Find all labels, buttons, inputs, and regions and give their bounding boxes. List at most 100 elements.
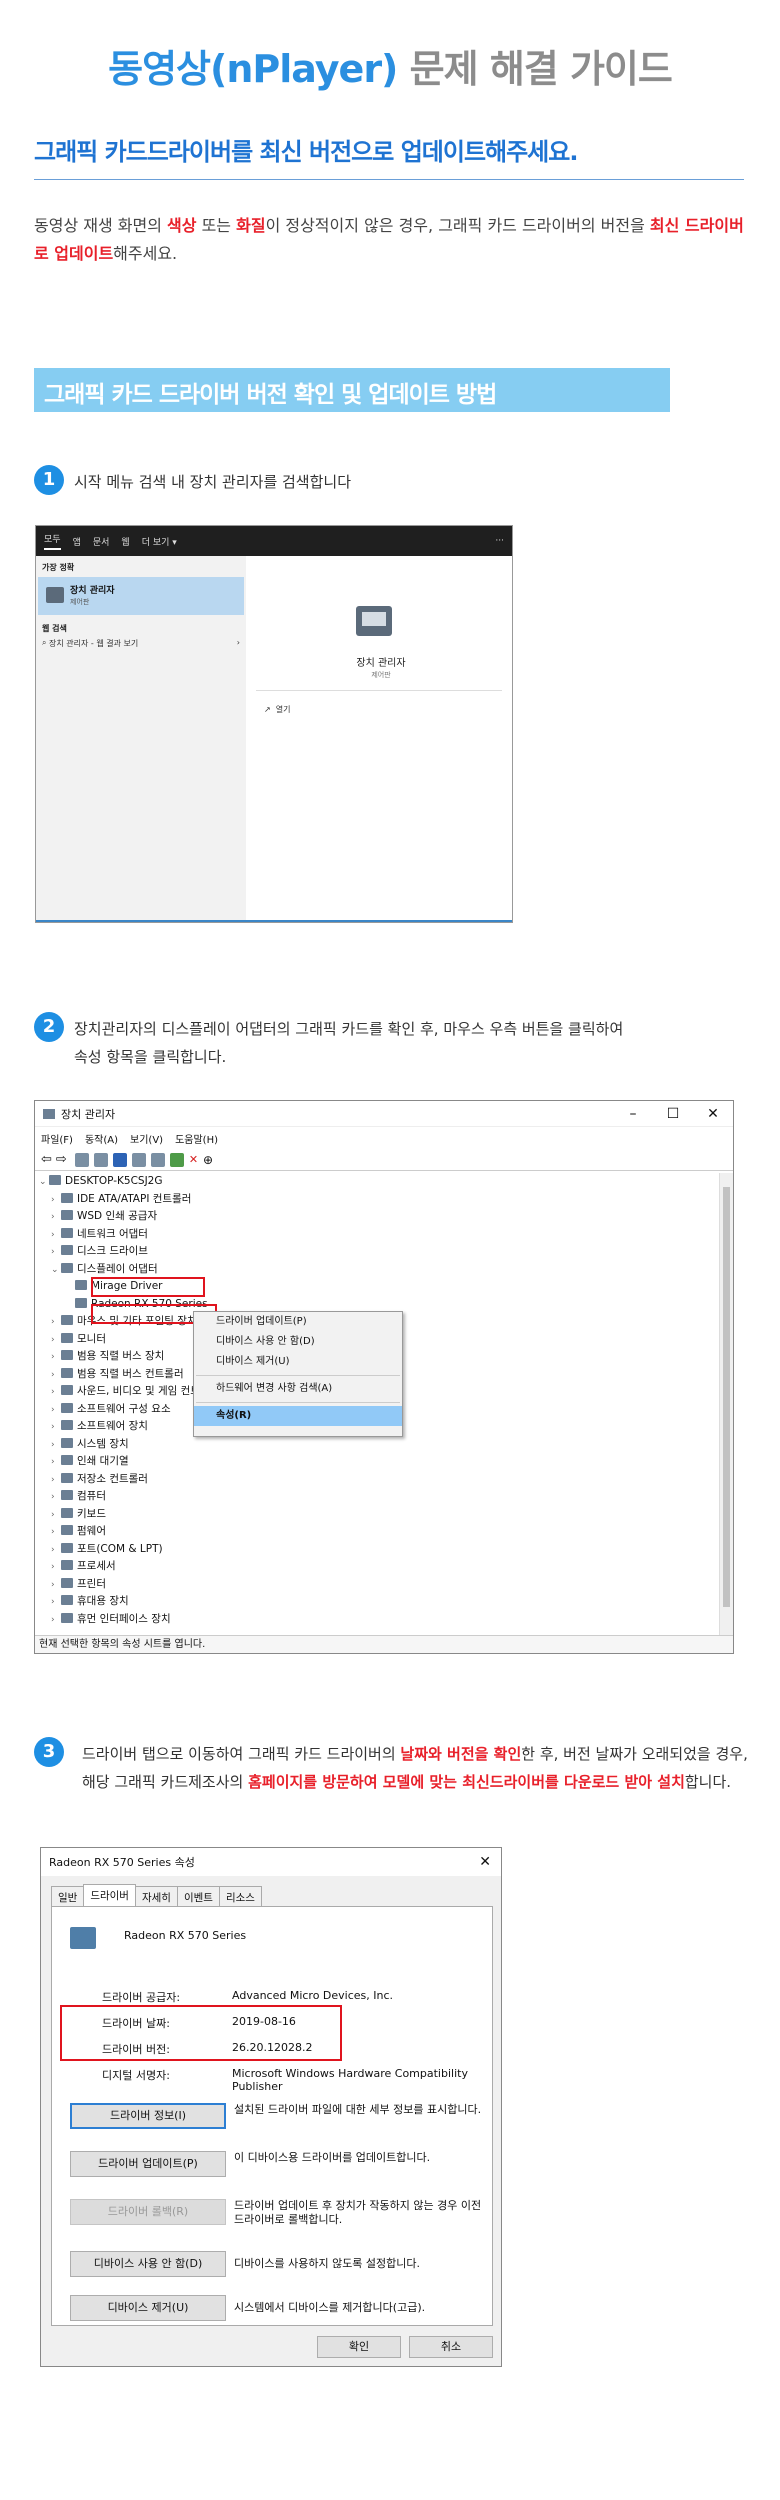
monitor-icon[interactable] (150, 1152, 165, 1167)
divider (256, 690, 502, 691)
menu-disable-device[interactable]: 디바이스 사용 안 함(D) (194, 1332, 402, 1352)
maximize-button[interactable]: ☐ (653, 1106, 693, 1122)
minimize-button[interactable]: – (613, 1106, 653, 1122)
tree-item[interactable]: › 프로세서 (35, 1558, 719, 1576)
menu-scan-hardware[interactable]: 하드웨어 변경 사항 검색(A) (194, 1379, 402, 1399)
tree-item[interactable]: › 인쇄 대기열 (35, 1453, 719, 1471)
tree-item[interactable]: › 컴퓨터 (35, 1488, 719, 1506)
tree-item[interactable]: › 시스템 장치 (35, 1436, 719, 1454)
view-icon[interactable] (74, 1152, 89, 1167)
tree-label: 휴먼 인터페이스 장치 (77, 1612, 171, 1625)
menu-file[interactable]: 파일(F) (41, 1131, 73, 1146)
monitor-icon (61, 1332, 73, 1343)
tab-docs[interactable]: 문서 (93, 535, 110, 548)
menu-bar: 파일(F) 동작(A) 보기(V) 도움말(H) (35, 1127, 733, 1149)
tree-label: DESKTOP-K5CSJ2G (65, 1175, 163, 1187)
cancel-button[interactable]: 취소 (409, 2336, 493, 2358)
context-menu: 드라이버 업데이트(P) 디바이스 사용 안 함(D) 디바이스 제거(U) 하… (193, 1311, 403, 1437)
tree-item[interactable]: › 네트워크 어댑터 (35, 1226, 719, 1244)
tree-item[interactable]: › 펌웨어 (35, 1523, 719, 1541)
driver-details-button[interactable]: 드라이버 정보(I) (70, 2103, 226, 2129)
signer-value: Microsoft Windows Hardware Compatibility… (232, 2067, 468, 2093)
help-icon[interactable] (112, 1152, 127, 1167)
tree-item[interactable]: › 휴먼 인터페이스 장치 (35, 1611, 719, 1629)
tree-label: 컴퓨터 (77, 1490, 106, 1502)
best-match-item[interactable]: 장치 관리자 제어판 (38, 577, 244, 615)
tree-item[interactable]: › 포트(COM & LPT) (35, 1541, 719, 1559)
menu-uninstall-device[interactable]: 디바이스 제거(U) (194, 1352, 402, 1372)
rollback-driver-desc: 드라이버 업데이트 후 장치가 작동하지 않는 경우 이전 드라이버로 롤백합니… (234, 2199, 482, 2226)
web-search-item[interactable]: ⌕ 장치 관리자 - 웹 결과 보기 › (36, 638, 246, 649)
usb-icon (61, 1350, 73, 1360)
tree-label: 프린터 (77, 1577, 106, 1590)
uninstall-device-desc: 시스템에서 디바이스를 제거합니다(고급). (234, 2301, 426, 2314)
uninstall-icon[interactable]: ✕ (189, 1153, 198, 1166)
method-banner: 그래픽 카드 드라이버 버전 확인 및 업데이트 방법 (34, 368, 670, 412)
back-icon[interactable]: ⇦ (41, 1152, 52, 1167)
window-title: 장치 관리자 (61, 1107, 116, 1121)
device-manager-large-icon (356, 606, 392, 636)
step-number: 1 (34, 465, 64, 495)
tree-label: 포트(COM & LPT) (77, 1542, 163, 1555)
page-title: 동영상(nPlayer) 문제 해결 가이드 (0, 38, 780, 93)
step-number: 2 (34, 1012, 64, 1042)
tab-apps[interactable]: 앱 (73, 535, 81, 548)
sound-icon (61, 1385, 73, 1395)
tree-label: IDE ATA/ATAPI 컨트롤러 (77, 1192, 192, 1205)
firmware-icon (61, 1525, 73, 1535)
menu-properties[interactable]: 속성(R) (194, 1406, 402, 1426)
tree-label: 범용 직렬 버스 컨트롤러 (77, 1367, 184, 1380)
tree-root[interactable]: ⌄ DESKTOP-K5CSJ2G (35, 1173, 719, 1191)
update-driver-icon[interactable] (169, 1152, 184, 1167)
tab-web[interactable]: 웹 (121, 535, 129, 548)
close-icon[interactable]: ✕ (479, 1854, 491, 1870)
menu-action[interactable]: 동작(A) (85, 1131, 118, 1146)
rollback-driver-button[interactable]: 드라이버 롤백(R) (70, 2199, 226, 2225)
forward-icon[interactable]: ⇨ (56, 1152, 67, 1167)
tree-item[interactable]: › 프린터 (35, 1576, 719, 1594)
step-text: 시작 메뉴 검색 내 장치 관리자를 검색합니다 (74, 473, 352, 491)
step-text: 드라이버 탭으로 이동하여 그래픽 카드 드라이버의 날짜와 버전을 확인한 후… (82, 1740, 772, 1796)
tab-more[interactable]: 더 보기 ▾ (142, 535, 177, 548)
processor-icon (61, 1560, 73, 1570)
scrollbar-thumb[interactable] (723, 1187, 730, 1607)
refresh-icon[interactable] (131, 1152, 146, 1167)
tab-driver[interactable]: 드라이버 (83, 1884, 136, 1908)
step-fragment: 드라이버 탭으로 이동하여 그래픽 카드 드라이버의 (82, 1745, 401, 1763)
highlight-box (60, 2005, 342, 2061)
menu-update-driver[interactable]: 드라이버 업데이트(P) (194, 1312, 402, 1332)
tree-label: 키보드 (77, 1507, 106, 1520)
disable-device-button[interactable]: 디바이스 사용 안 함(D) (70, 2251, 226, 2277)
menu-help[interactable]: 도움말(H) (175, 1131, 218, 1146)
properties-icon[interactable] (93, 1152, 108, 1167)
tree-item[interactable]: › WSD 인쇄 공급자 (35, 1208, 719, 1226)
divider (196, 1375, 400, 1376)
search-tabs: 모두 앱 문서 웹 더 보기 ▾ ··· (36, 526, 512, 556)
close-button[interactable]: ✕ (693, 1106, 733, 1122)
update-driver-button[interactable]: 드라이버 업데이트(P) (70, 2151, 226, 2177)
tab-all[interactable]: 모두 (44, 532, 61, 550)
software-icon (61, 1420, 73, 1430)
printer-icon (61, 1210, 73, 1220)
tree-item[interactable]: › 키보드 (35, 1506, 719, 1524)
dialog-titlebar: Radeon RX 570 Series 속성 ✕ (41, 1848, 501, 1876)
ok-button[interactable]: 확인 (317, 2336, 401, 2358)
download-icon[interactable]: ⊕ (203, 1153, 213, 1167)
open-action[interactable]: ↗ 열기 (264, 704, 291, 715)
tree-item[interactable]: › 휴대용 장치 (35, 1593, 719, 1611)
highlight-box (91, 1277, 205, 1297)
tree-item[interactable]: › 저장소 컨트롤러 (35, 1471, 719, 1489)
computer-icon (61, 1490, 73, 1500)
more-options-icon[interactable]: ··· (495, 536, 504, 546)
uninstall-device-button[interactable]: 디바이스 제거(U) (70, 2295, 226, 2321)
scrollbar[interactable] (719, 1173, 733, 1635)
tree-item[interactable]: › 디스크 드라이브 (35, 1243, 719, 1261)
tree-item[interactable]: › IDE ATA/ATAPI 컨트롤러 (35, 1191, 719, 1209)
web-search-text: 장치 관리자 - 웹 결과 보기 (49, 639, 139, 648)
tree-item-display-adapters[interactable]: ⌄ 디스플레이 어댑터 (35, 1261, 719, 1279)
storage-icon (61, 1472, 73, 1483)
page-title-highlight: 동영상(nPlayer) (108, 47, 398, 91)
ide-icon (61, 1192, 73, 1203)
menu-view[interactable]: 보기(V) (130, 1131, 163, 1146)
page-title-rest: 문제 해결 가이드 (409, 47, 673, 91)
